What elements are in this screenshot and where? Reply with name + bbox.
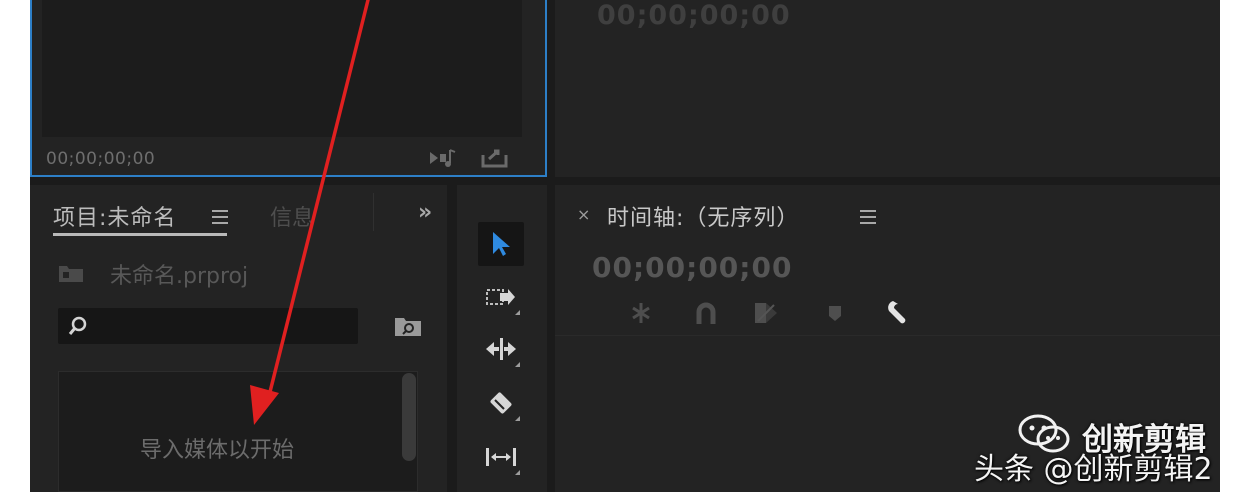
search-input[interactable]: [58, 308, 358, 344]
program-monitor-panel[interactable]: 00;00;00;00: [555, 0, 1220, 177]
tools-panel: [457, 185, 547, 492]
close-tab-icon[interactable]: ×: [577, 205, 590, 224]
ripple-edit-tool[interactable]: [478, 327, 524, 371]
timeline-title[interactable]: 时间轴:（无序列）: [607, 200, 799, 232]
project-file-name: 未命名.prproj: [110, 264, 249, 289]
wrench-settings-icon[interactable]: [883, 297, 915, 329]
active-tab-indicator: [53, 233, 227, 236]
export-frame-icon[interactable]: [478, 145, 512, 171]
more-panels-icon[interactable]: »: [418, 200, 432, 225]
source-timecode[interactable]: 00;00;00;00: [46, 149, 155, 169]
new-search-bin-icon[interactable]: [394, 315, 422, 341]
insert-icon[interactable]: [426, 145, 460, 171]
razor-tool[interactable]: [478, 381, 524, 425]
scrollbar[interactable]: [402, 373, 416, 461]
snap-magnet-icon[interactable]: [690, 297, 722, 329]
import-media-hint: 导入媒体以开始: [140, 438, 295, 463]
slip-tool[interactable]: [478, 435, 524, 479]
add-marker-icon[interactable]: [819, 297, 851, 329]
nest-toggle-icon[interactable]: [625, 297, 657, 329]
linked-selection-icon[interactable]: [750, 297, 782, 329]
ripple-edit-icon: [486, 338, 516, 360]
source-monitor-panel[interactable]: 00;00;00;00: [30, 0, 547, 177]
timeline-timecode[interactable]: 00;00;00;00: [592, 251, 792, 284]
selection-tool[interactable]: [478, 222, 524, 266]
selection-arrow-icon: [493, 232, 510, 256]
tool-submenu-indicator: [515, 310, 520, 315]
timeline-header-divider: [555, 335, 1220, 336]
slip-icon: [486, 448, 516, 466]
track-select-icon: [486, 289, 515, 305]
tab-separator: [373, 193, 374, 231]
tool-submenu-indicator: [515, 362, 520, 367]
project-panel: 项目:未命名 信息 » 未命名.prproj 导入媒体以开始: [30, 185, 447, 492]
tool-submenu-indicator: [515, 470, 520, 475]
razor-icon: [490, 392, 512, 414]
watermark-handle: 头条 @创新剪辑2: [974, 452, 1213, 487]
source-video-area: [42, 0, 522, 137]
panel-menu-icon[interactable]: [212, 210, 228, 224]
tab-info[interactable]: 信息: [270, 200, 314, 232]
panel-menu-icon[interactable]: [860, 210, 876, 224]
project-file-icon: [58, 263, 84, 283]
tab-project[interactable]: 项目:未命名: [53, 200, 176, 232]
program-timecode[interactable]: 00;00;00;00: [597, 0, 791, 31]
track-select-tool[interactable]: [478, 275, 524, 319]
tool-submenu-indicator: [515, 416, 520, 421]
search-icon: [68, 316, 88, 340]
